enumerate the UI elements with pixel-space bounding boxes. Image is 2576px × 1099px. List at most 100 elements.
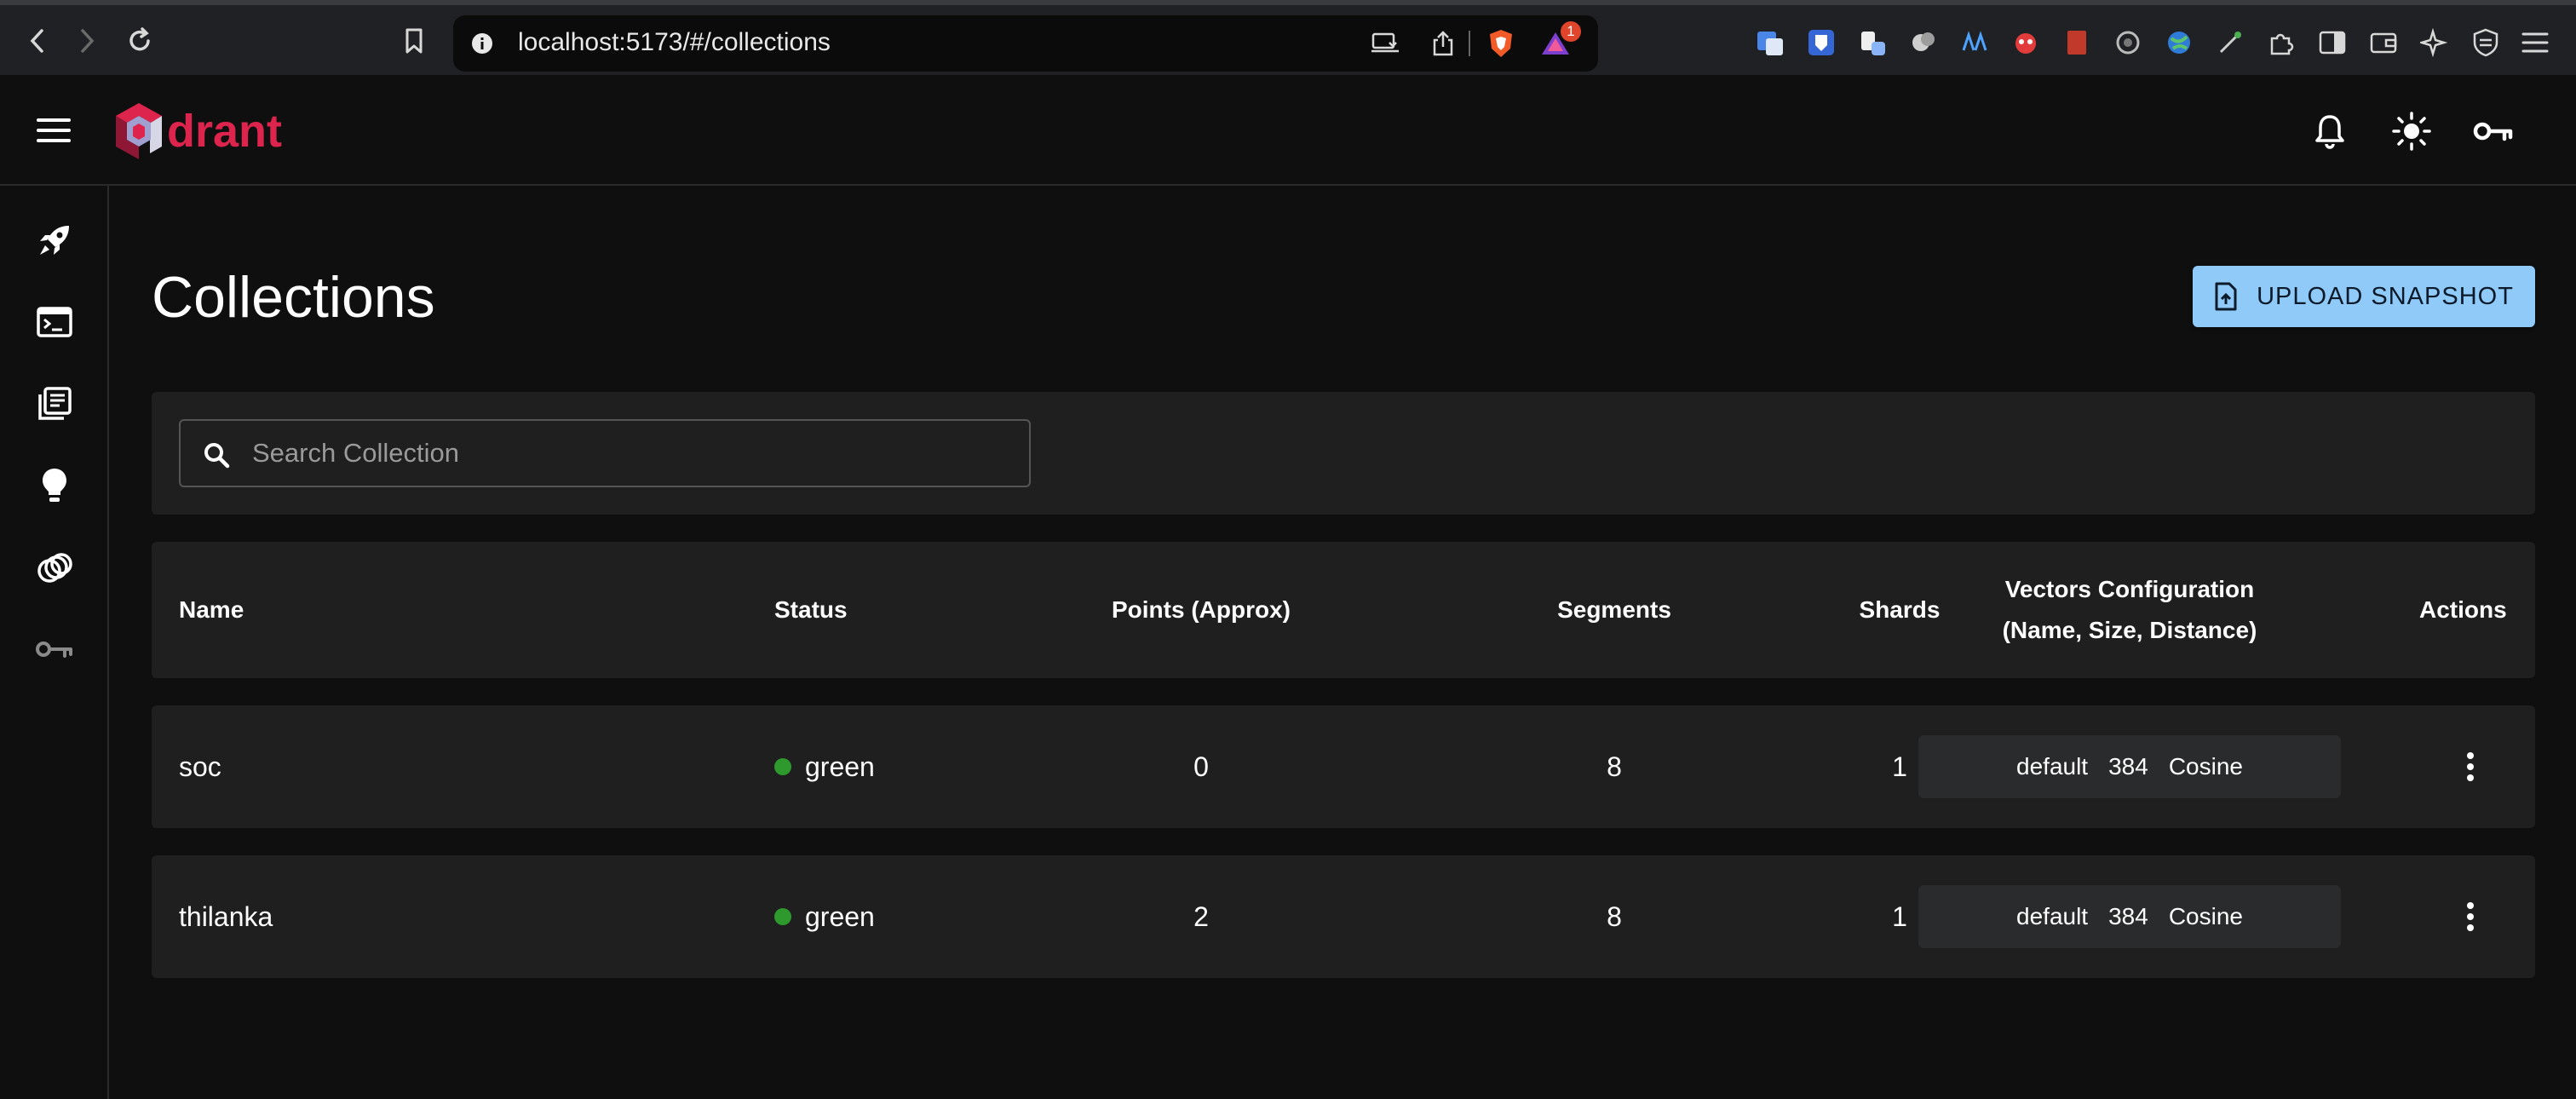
bookmark-icon (405, 28, 423, 54)
header-points: Points (Approx) (1112, 596, 1291, 623)
search-panel (152, 392, 2535, 515)
browser-toolbar: localhost:5173/#/collections 1 (0, 0, 2576, 75)
app-header: drant (0, 75, 2576, 186)
translate-extension-icon[interactable] (1755, 27, 1785, 58)
more-vertical-icon (2467, 752, 2474, 781)
search-icon (201, 440, 232, 470)
points-value: 0 (1193, 751, 1209, 782)
status-cell: green (774, 705, 875, 828)
cast-icon[interactable] (1368, 26, 1402, 60)
chevron-right-icon (81, 29, 95, 53)
chevron-left-icon (30, 29, 43, 53)
sidebar-toggle-icon[interactable] (2317, 27, 2348, 58)
api-key-button[interactable] (2472, 110, 2515, 152)
url-divider (1469, 31, 1470, 56)
extension-b-icon[interactable] (1908, 27, 1939, 58)
status-text: green (805, 900, 875, 932)
status-dot-icon (774, 758, 791, 775)
sidebar-item-access[interactable] (27, 622, 82, 676)
extension-f-icon[interactable] (2113, 27, 2143, 58)
console-icon (37, 307, 72, 337)
upload-snapshot-label: UPLOAD SNAPSHOT (2257, 282, 2514, 310)
rewards-badge: 1 (1561, 21, 1581, 42)
brave-shield-icon[interactable] (1484, 26, 1518, 60)
vector-config-chip: default 384 Cosine (1918, 735, 2341, 798)
vector-size: 384 (2108, 903, 2148, 929)
header-name: Name (179, 596, 244, 623)
points-value: 2 (1193, 900, 1209, 932)
page-title: Collections (152, 265, 435, 330)
vector-distance: Cosine (2168, 753, 2243, 780)
status-text: green (805, 751, 875, 782)
upload-snapshot-button[interactable]: UPLOAD SNAPSHOT (2193, 266, 2535, 327)
bell-icon (2315, 115, 2344, 149)
extensions-puzzle-icon[interactable] (2266, 27, 2297, 58)
extension-g-icon[interactable] (2164, 27, 2194, 58)
share-icon[interactable] (1426, 26, 1460, 60)
browser-menu-icon[interactable] (2520, 27, 2550, 58)
qdrant-logo-icon (116, 103, 162, 159)
extension-e-icon[interactable] (2061, 27, 2092, 58)
logo-text: drant (167, 106, 282, 157)
address-bar[interactable]: localhost:5173/#/collections 1 (453, 15, 1598, 72)
reload-button[interactable] (123, 24, 157, 58)
sidebar-item-console[interactable] (27, 295, 82, 349)
url-text[interactable]: localhost:5173/#/collections (518, 28, 831, 57)
vector-size: 384 (2108, 753, 2148, 780)
row-actions-button[interactable] (2447, 743, 2494, 791)
vector-name: default (2016, 753, 2089, 780)
lightbulb-icon (43, 469, 66, 502)
hamburger-icon (37, 118, 71, 142)
sidebar (0, 186, 109, 1099)
search-field[interactable] (179, 419, 1031, 487)
extension-a-icon[interactable] (1857, 27, 1888, 58)
header-vectors-line1: Vectors Configuration (2004, 576, 2255, 602)
sidebar-item-welcome[interactable] (27, 213, 82, 268)
qdrant-logo[interactable]: drant (112, 97, 282, 165)
theme-toggle-button[interactable] (2390, 110, 2433, 152)
vector-distance: Cosine (2168, 903, 2243, 929)
search-input[interactable] (250, 421, 1017, 486)
header-vectors-line2: (Name, Size, Distance) (2002, 617, 2257, 643)
table-row[interactable]: soc green 0 8 1 default 384 Cosine (152, 705, 2535, 828)
row-actions-button[interactable] (2447, 893, 2494, 941)
vector-config-chip: default 384 Cosine (1918, 885, 2341, 948)
header-vectors: Vectors Configuration (Name, Size, Dista… (1917, 542, 2343, 678)
status-cell: green (774, 855, 875, 978)
status-dot-icon (774, 908, 791, 925)
table-row[interactable]: thilanka green 2 8 1 default 384 Cosine (152, 855, 2535, 978)
wallet-icon[interactable] (2368, 27, 2399, 58)
forward-button[interactable] (70, 24, 104, 58)
bookmark-button[interactable] (397, 24, 431, 58)
table-header: Name Status Points (Approx) Segments Sha… (152, 542, 2535, 678)
sun-icon (2392, 112, 2431, 151)
site-info-icon[interactable] (465, 26, 499, 60)
menu-button[interactable] (32, 112, 75, 149)
leo-ai-icon[interactable] (2419, 27, 2450, 58)
header-segments: Segments (1557, 596, 1671, 623)
collections-icon (38, 387, 72, 420)
sidebar-item-datasets[interactable] (27, 540, 82, 595)
bitwarden-extension-icon[interactable] (1806, 27, 1837, 58)
sidebar-item-collections[interactable] (27, 377, 82, 431)
datasets-icon (37, 553, 72, 583)
header-actions: Actions (2419, 596, 2507, 623)
sidebar-item-tutorial[interactable] (27, 458, 82, 513)
back-button[interactable] (20, 24, 55, 58)
vpn-shield-icon[interactable] (2470, 27, 2501, 58)
reload-icon (129, 27, 150, 51)
segments-value: 8 (1607, 751, 1622, 782)
brave-rewards-icon[interactable]: 1 (1538, 21, 1581, 60)
rocket-icon (40, 226, 69, 255)
key-icon (36, 642, 72, 658)
collection-name[interactable]: soc (179, 705, 221, 828)
segments-value: 8 (1607, 900, 1622, 932)
collection-name[interactable]: thilanka (179, 855, 273, 978)
extension-d-icon[interactable] (2010, 27, 2041, 58)
notifications-button[interactable] (2309, 110, 2351, 152)
key-icon (2473, 122, 2513, 141)
extension-c-icon[interactable] (1959, 27, 1990, 58)
header-status: Status (774, 596, 848, 623)
more-vertical-icon (2467, 902, 2474, 931)
extension-h-icon[interactable] (2215, 27, 2245, 58)
